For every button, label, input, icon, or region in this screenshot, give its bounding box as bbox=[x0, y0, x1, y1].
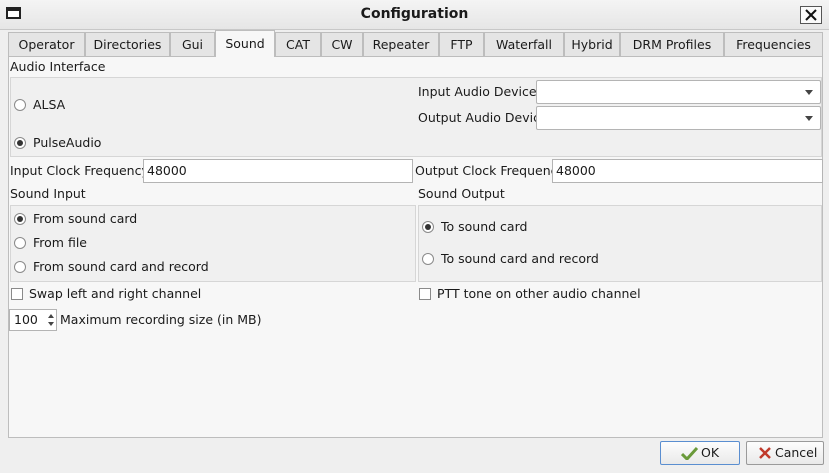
to-sound-card-and-record-radio[interactable] bbox=[422, 253, 434, 265]
pulseaudio-label[interactable]: PulseAudio bbox=[33, 135, 101, 151]
ok-icon bbox=[681, 446, 699, 460]
spin-down-icon[interactable] bbox=[48, 322, 54, 326]
from-sound-card-radio[interactable] bbox=[14, 213, 26, 225]
window-title: Configuration bbox=[360, 6, 469, 22]
sound-output-group bbox=[418, 205, 822, 282]
tab-waterfall[interactable]: Waterfall bbox=[484, 32, 564, 56]
to-sound-card-and-record-label[interactable]: To sound card and record bbox=[441, 251, 599, 267]
tab-operator[interactable]: Operator bbox=[8, 32, 85, 56]
swap-channels-label[interactable]: Swap left and right channel bbox=[29, 286, 201, 302]
sound-input-title: Sound Input bbox=[10, 186, 86, 201]
ptt-tone-checkbox[interactable] bbox=[419, 288, 431, 300]
from-sound-card-and-record-label[interactable]: From sound card and record bbox=[33, 259, 209, 275]
audio-interface-title: Audio Interface bbox=[10, 59, 106, 74]
alsa-radio[interactable] bbox=[14, 99, 26, 111]
ok-label: OK bbox=[701, 445, 720, 460]
tab-hybrid[interactable]: Hybrid bbox=[564, 32, 620, 56]
tab-cat[interactable]: CAT bbox=[275, 32, 321, 56]
tab-sound[interactable]: Sound bbox=[215, 30, 275, 57]
close-icon bbox=[805, 9, 817, 21]
tab-bar: Operator Directories Gui Sound CAT CW Re… bbox=[8, 30, 823, 57]
input-audio-device-label: Input Audio Device bbox=[418, 84, 537, 99]
input-clock-field[interactable]: 48000 bbox=[143, 159, 413, 183]
sound-output-title: Sound Output bbox=[418, 186, 505, 201]
from-sound-card-and-record-radio[interactable] bbox=[14, 261, 26, 273]
ptt-tone-label[interactable]: PTT tone on other audio channel bbox=[437, 286, 641, 302]
from-file-label[interactable]: From file bbox=[33, 235, 87, 251]
input-audio-device-select[interactable] bbox=[536, 80, 821, 104]
tab-gui[interactable]: Gui bbox=[170, 32, 215, 56]
chevron-down-icon bbox=[805, 116, 813, 121]
swap-channels-checkbox[interactable] bbox=[11, 288, 23, 300]
chevron-down-icon bbox=[805, 90, 813, 95]
spin-up-icon[interactable] bbox=[48, 314, 54, 318]
alsa-label[interactable]: ALSA bbox=[33, 97, 65, 113]
cancel-button[interactable]: Cancel bbox=[746, 441, 824, 465]
input-clock-label: Input Clock Frequency bbox=[10, 163, 149, 178]
tab-ftp[interactable]: FTP bbox=[439, 32, 484, 56]
cancel-label: Cancel bbox=[775, 445, 818, 460]
output-audio-device-select[interactable] bbox=[536, 106, 821, 130]
pulseaudio-radio[interactable] bbox=[14, 137, 26, 149]
output-clock-field[interactable]: 48000 bbox=[552, 159, 823, 183]
max-recording-size-value: 100 bbox=[14, 312, 38, 327]
ok-button[interactable]: OK bbox=[660, 441, 740, 465]
tab-repeater[interactable]: Repeater bbox=[363, 32, 439, 56]
to-sound-card-radio[interactable] bbox=[422, 221, 434, 233]
cancel-icon bbox=[759, 447, 771, 459]
tab-directories[interactable]: Directories bbox=[85, 32, 170, 56]
close-button[interactable] bbox=[800, 6, 822, 24]
to-sound-card-label[interactable]: To sound card bbox=[441, 219, 527, 235]
max-recording-size-label: Maximum recording size (in MB) bbox=[60, 312, 262, 327]
tab-frequencies[interactable]: Frequencies bbox=[724, 32, 823, 56]
tab-cw[interactable]: CW bbox=[321, 32, 363, 56]
max-recording-size-spinbox[interactable]: 100 bbox=[9, 309, 57, 331]
output-clock-label: Output Clock Frequency bbox=[415, 163, 565, 178]
output-audio-device-label: Output Audio Device bbox=[418, 110, 548, 125]
from-sound-card-label[interactable]: From sound card bbox=[33, 211, 137, 227]
from-file-radio[interactable] bbox=[14, 237, 26, 249]
tab-drm-profiles[interactable]: DRM Profiles bbox=[620, 32, 724, 56]
